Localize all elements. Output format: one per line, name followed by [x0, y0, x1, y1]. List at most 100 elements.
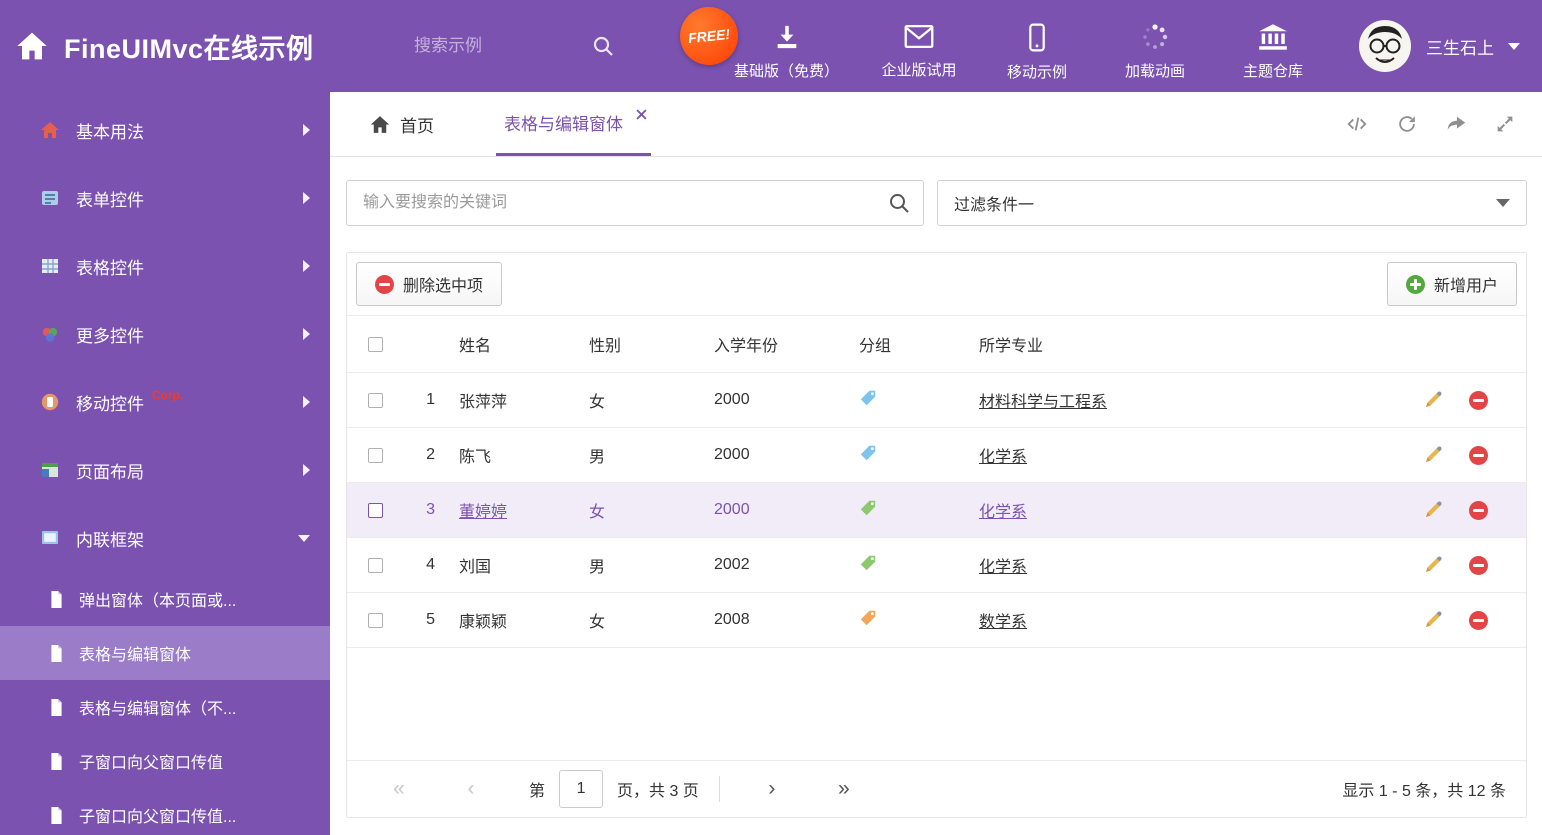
sidebar-item-label: 基本用法: [76, 122, 144, 142]
cell-year: 2000: [714, 391, 750, 408]
cell-year: 2000: [714, 446, 750, 463]
table-row[interactable]: 1 张萍萍 女 2000 材料科学与工程系: [347, 373, 1526, 428]
sidebar-item-basic-usage[interactable]: 基本用法: [0, 96, 330, 164]
prev-page-button[interactable]: ‹: [435, 777, 507, 801]
major-link[interactable]: 材料科学与工程系: [979, 394, 1107, 411]
cell-year: 2002: [714, 556, 750, 573]
major-link[interactable]: 数学系: [979, 614, 1027, 631]
table-row[interactable]: 5 康颖颖 女 2008 数学系: [347, 593, 1526, 648]
minus-circle-icon: [375, 274, 394, 294]
cell-name: 陈飞: [459, 449, 492, 466]
header-search-input[interactable]: [414, 36, 564, 56]
nav-theme-repo[interactable]: 主题仓库: [1227, 11, 1319, 82]
sidebar-subitem-popup-window[interactable]: 弹出窗体（本页面或...: [0, 572, 330, 626]
row-checkbox[interactable]: [367, 612, 383, 628]
filter-dropdown[interactable]: 过滤条件一: [937, 180, 1527, 226]
table-row[interactable]: 4 刘国 男 2002 化学系: [347, 538, 1526, 593]
sidebar-item-inline-frame[interactable]: 内联框架: [0, 504, 330, 572]
search-icon[interactable]: [592, 35, 614, 57]
edit-pencil-icon[interactable]: [1423, 390, 1443, 410]
delete-selected-button[interactable]: 删除选中项: [356, 262, 503, 306]
nav-basic-edition[interactable]: FREE! 基础版（免费）: [677, 3, 847, 82]
sidebar-subitem-grid-edit-window-2[interactable]: 表格与编辑窗体（不...: [0, 680, 330, 734]
last-page-button[interactable]: »: [808, 777, 880, 801]
chevron-right-icon: [303, 124, 310, 136]
home-icon: [40, 120, 60, 140]
sidebar-subitem-child-to-parent-2[interactable]: 子窗口向父窗口传值...: [0, 788, 330, 835]
sidebar-subitem-child-to-parent[interactable]: 子窗口向父窗口传值: [0, 734, 330, 788]
filter-dropdown-value: 过滤条件一: [954, 197, 1035, 214]
button-label: 新增用户: [1433, 278, 1498, 295]
username: 三生石上: [1426, 38, 1494, 58]
row-checkbox[interactable]: [367, 392, 383, 408]
app-logo[interactable]: FineUIMvc在线示例: [0, 27, 414, 66]
mobile-icon: [40, 392, 60, 412]
home-logo-icon: [16, 31, 48, 61]
nav-enterprise-trial[interactable]: 企业版试用: [873, 11, 965, 82]
tag-icon: [860, 445, 876, 460]
keyword-search-input[interactable]: [346, 180, 924, 226]
delete-row-icon[interactable]: [1469, 555, 1488, 575]
add-user-button[interactable]: 新增用户: [1386, 262, 1517, 306]
sidebar-item-more-controls[interactable]: 更多控件: [0, 300, 330, 368]
file-icon: [48, 752, 65, 771]
chevron-down-icon: [298, 534, 310, 542]
chevron-right-icon: [303, 328, 310, 340]
refresh-icon[interactable]: [1396, 113, 1418, 135]
delete-row-icon[interactable]: [1469, 500, 1488, 520]
divider: [718, 776, 720, 802]
next-page-button[interactable]: ›: [736, 777, 808, 801]
share-icon[interactable]: [1445, 113, 1467, 135]
row-checkbox[interactable]: [367, 557, 383, 573]
pagination-bar: « ‹ 第 页，共 3 页 › » 显示 1 - 5 条，共 12 条: [347, 760, 1526, 817]
edit-pencil-icon[interactable]: [1423, 500, 1443, 520]
sidebar-item-form-controls[interactable]: 表单控件: [0, 164, 330, 232]
record-summary: 显示 1 - 5 条，共 12 条: [1342, 783, 1506, 800]
tag-icon: [860, 500, 876, 515]
sidebar-item-page-layout[interactable]: 页面布局: [0, 436, 330, 504]
major-link[interactable]: 化学系: [979, 504, 1027, 521]
home-icon: [370, 115, 390, 134]
nav-label: 企业版试用: [881, 61, 957, 79]
row-index: 1: [426, 391, 435, 408]
edit-pencil-icon[interactable]: [1423, 445, 1443, 465]
chevron-right-icon: [303, 396, 310, 408]
major-link[interactable]: 化学系: [979, 449, 1027, 466]
major-link[interactable]: 化学系: [979, 559, 1027, 576]
source-code-icon[interactable]: [1345, 113, 1369, 135]
sidebar-item-grid-controls[interactable]: 表格控件: [0, 232, 330, 300]
table-row[interactable]: 2 陈飞 男 2000 化学系: [347, 428, 1526, 483]
page-number-input[interactable]: [559, 770, 604, 808]
avatar: [1358, 19, 1412, 73]
col-year: 入学年份: [714, 338, 779, 355]
main-area: 首页 表格与编辑窗体 输入要搜索的关键词 过滤条件一 删除选中项 新增用户 姓名…: [330, 92, 1542, 835]
close-icon[interactable]: [636, 105, 647, 125]
edit-pencil-icon[interactable]: [1423, 555, 1443, 575]
row-checkbox[interactable]: [367, 447, 383, 463]
header-search: [414, 35, 614, 57]
delete-row-icon[interactable]: [1469, 445, 1488, 465]
tab-home[interactable]: 首页: [366, 92, 438, 156]
first-page-button[interactable]: «: [363, 777, 435, 801]
nav-mobile-demo[interactable]: 移动示例: [991, 11, 1083, 82]
select-all-checkbox[interactable]: [367, 336, 383, 352]
top-header: FineUIMvc在线示例 FREE! 基础版（免费） 企业版试用 移动示例: [0, 0, 1542, 92]
sidebar-subitem-grid-edit-window[interactable]: 表格与编辑窗体: [0, 626, 330, 680]
cell-name: 康颖颖: [459, 614, 508, 631]
delete-row-icon[interactable]: [1469, 390, 1488, 410]
nav-loading-animation[interactable]: 加载动画: [1109, 11, 1201, 82]
search-icon[interactable]: [888, 192, 910, 219]
table-row-selected[interactable]: 3 董婷婷 女 2000 化学系: [347, 483, 1526, 538]
form-icon: [40, 188, 60, 208]
cell-name: 张萍萍: [459, 394, 508, 411]
expand-icon[interactable]: [1494, 113, 1516, 135]
delete-row-icon[interactable]: [1469, 610, 1488, 630]
sidebar-item-mobile-controls[interactable]: 移动控件 Corp.: [0, 368, 330, 436]
tab-grid-edit-window[interactable]: 表格与编辑窗体: [496, 92, 651, 156]
file-icon: [48, 590, 65, 609]
edit-pencil-icon[interactable]: [1423, 610, 1443, 630]
user-menu[interactable]: 三生石上: [1358, 19, 1542, 73]
sidebar-item-label: 表格控件: [76, 258, 144, 278]
chevron-right-icon: [303, 464, 310, 476]
row-checkbox[interactable]: [367, 502, 383, 518]
